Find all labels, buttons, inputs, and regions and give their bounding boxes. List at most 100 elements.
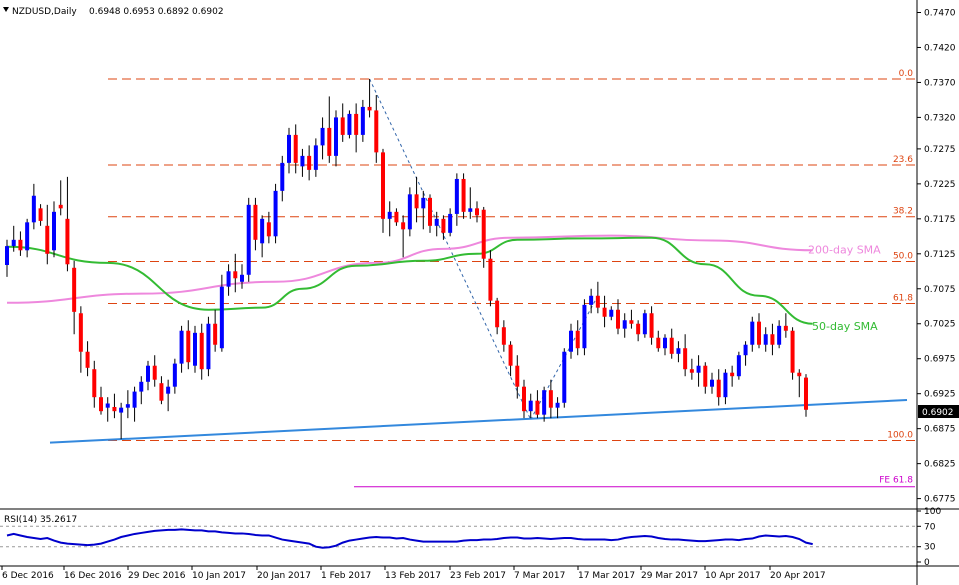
x-tick-label: 29 Mar 2017 bbox=[641, 571, 698, 581]
y-tick-label: 0.7225 bbox=[924, 180, 956, 190]
candle-body bbox=[52, 211, 56, 251]
candle-body bbox=[85, 351, 90, 368]
candle-body bbox=[387, 211, 392, 219]
rsi-label: RSI(14) 35.2617 bbox=[4, 515, 77, 525]
candle-body bbox=[562, 351, 567, 403]
candle-body bbox=[11, 239, 16, 247]
x-tick-label: 10 Jan 2017 bbox=[192, 571, 246, 581]
candle-body bbox=[589, 295, 594, 305]
candle-body bbox=[407, 194, 412, 230]
y-tick-label: 0.7420 bbox=[924, 43, 956, 53]
candle-body bbox=[461, 178, 466, 212]
x-tick-label: 17 Mar 2017 bbox=[578, 571, 635, 581]
candle-body bbox=[280, 162, 285, 191]
rsi-tick-label: 0 bbox=[924, 558, 930, 568]
candle-body bbox=[287, 134, 291, 163]
header-symbol: NZDUSD,Daily bbox=[12, 7, 77, 17]
candle-body bbox=[595, 295, 600, 308]
candle-body bbox=[266, 222, 271, 237]
candle-body bbox=[92, 369, 97, 398]
fe-label: FE 61.8 bbox=[879, 476, 913, 486]
candle-body bbox=[125, 404, 130, 408]
candle-body bbox=[31, 195, 36, 223]
candle-body bbox=[522, 386, 526, 412]
candle-body bbox=[313, 145, 318, 170]
candle-body bbox=[750, 321, 755, 345]
candle-body bbox=[172, 363, 177, 387]
candle-body bbox=[246, 204, 251, 275]
candle-body bbox=[300, 155, 305, 167]
candle-body bbox=[602, 307, 607, 317]
candle-body bbox=[45, 225, 50, 254]
candle-body bbox=[193, 332, 197, 366]
x-tick-label: 13 Feb 2017 bbox=[385, 571, 441, 581]
candle-body bbox=[629, 320, 634, 324]
candle-body bbox=[374, 110, 379, 153]
y-tick-label: 0.7025 bbox=[924, 320, 956, 330]
rsi-tick-label: 70 bbox=[924, 522, 936, 532]
candle-body bbox=[736, 355, 741, 377]
candle-body bbox=[213, 323, 218, 345]
candle-body bbox=[609, 309, 614, 317]
candle-body bbox=[468, 208, 473, 212]
candle-body bbox=[669, 337, 674, 354]
y-tick-label: 0.7320 bbox=[924, 113, 956, 123]
price-badge: 0.6902 bbox=[918, 405, 959, 418]
x-tick-label: 1 Feb 2017 bbox=[321, 571, 371, 581]
candle-body bbox=[340, 117, 345, 135]
candle-body bbox=[434, 218, 439, 226]
candle-body bbox=[616, 309, 620, 329]
candle-body bbox=[226, 271, 231, 287]
candle-body bbox=[253, 204, 258, 240]
candle-body bbox=[716, 379, 721, 398]
candle-body bbox=[804, 377, 808, 410]
candle-body bbox=[320, 127, 325, 146]
y-tick-label: 0.6775 bbox=[924, 495, 956, 505]
candle-body bbox=[146, 365, 150, 382]
candle-body bbox=[307, 155, 312, 170]
candle-body bbox=[683, 348, 688, 370]
candle-body bbox=[689, 369, 694, 373]
candle-body bbox=[166, 386, 171, 394]
candle-body bbox=[763, 334, 768, 345]
rsi-tick-label: 30 bbox=[924, 543, 936, 553]
candle-body bbox=[334, 117, 338, 156]
candle-body bbox=[481, 209, 486, 259]
candle-body bbox=[542, 390, 547, 415]
header-ohlc: 0.6948 0.6953 0.6892 0.6902 bbox=[89, 7, 224, 17]
x-tick-label: 6 Dec 2016 bbox=[2, 571, 54, 581]
rsi-tick-label: 100 bbox=[924, 507, 941, 517]
candle-body bbox=[119, 407, 124, 413]
candle-body bbox=[273, 190, 278, 237]
sma50-label: 50-day SMA bbox=[812, 320, 878, 333]
candle-body bbox=[72, 267, 77, 312]
candle-body bbox=[414, 194, 419, 209]
candle-body bbox=[770, 334, 775, 345]
candle-body bbox=[233, 271, 238, 279]
fib-label: 38.2 bbox=[893, 207, 913, 217]
candle-body bbox=[448, 213, 453, 233]
candle-body bbox=[790, 330, 795, 373]
candle-body bbox=[78, 313, 83, 352]
candle-body bbox=[535, 400, 540, 415]
candle-body bbox=[501, 327, 506, 345]
candle-body bbox=[421, 197, 426, 209]
candle-body bbox=[99, 397, 103, 412]
fib-label: 100.0 bbox=[887, 431, 913, 441]
candle-body bbox=[58, 204, 63, 209]
candle-body bbox=[582, 304, 587, 349]
candle-body bbox=[710, 379, 714, 387]
candle-body bbox=[38, 208, 43, 221]
candle-body bbox=[240, 274, 244, 282]
candle-body bbox=[381, 152, 385, 219]
fib-label: 50.0 bbox=[893, 251, 913, 261]
candle-body bbox=[132, 391, 137, 408]
candle-body bbox=[569, 330, 573, 352]
candle-body bbox=[508, 344, 513, 366]
chart: 0.0 23.6 38.2 50.0 61.8 100.0 FE 61.8 200-day S… bbox=[0, 0, 959, 585]
candle-body bbox=[219, 286, 224, 349]
candle-body bbox=[575, 330, 580, 349]
x-tick-label: 23 Feb 2017 bbox=[450, 571, 506, 581]
candle-body bbox=[515, 365, 520, 387]
candle-body bbox=[347, 113, 352, 135]
